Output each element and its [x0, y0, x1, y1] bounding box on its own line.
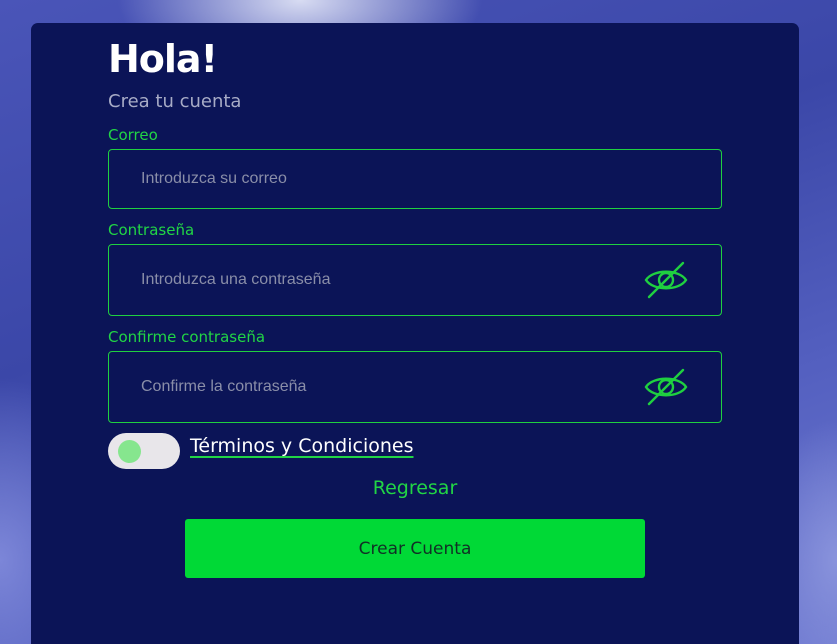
terms-link[interactable]: Términos y Condiciones [190, 435, 413, 457]
terms-toggle[interactable] [108, 433, 180, 469]
page-title: Hola! [108, 37, 218, 81]
page-subtitle: Crea tu cuenta [108, 91, 242, 112]
password-input[interactable] [141, 245, 621, 315]
password-field-box [108, 244, 722, 316]
signup-card: Hola! Crea tu cuenta Correo Contraseña C… [31, 23, 799, 644]
create-account-button[interactable]: Crear Cuenta [185, 519, 645, 578]
back-link[interactable]: Regresar [31, 477, 799, 499]
eye-off-icon[interactable] [643, 367, 689, 407]
password-label: Contraseña [108, 221, 195, 239]
toggle-knob [118, 440, 141, 463]
confirm-password-label: Confirme contraseña [108, 328, 266, 346]
email-label: Correo [108, 126, 158, 144]
email-input[interactable] [141, 150, 621, 208]
email-field-box [108, 149, 722, 209]
eye-off-icon[interactable] [643, 260, 689, 300]
confirm-password-input[interactable] [141, 352, 621, 422]
confirm-password-field-box [108, 351, 722, 423]
